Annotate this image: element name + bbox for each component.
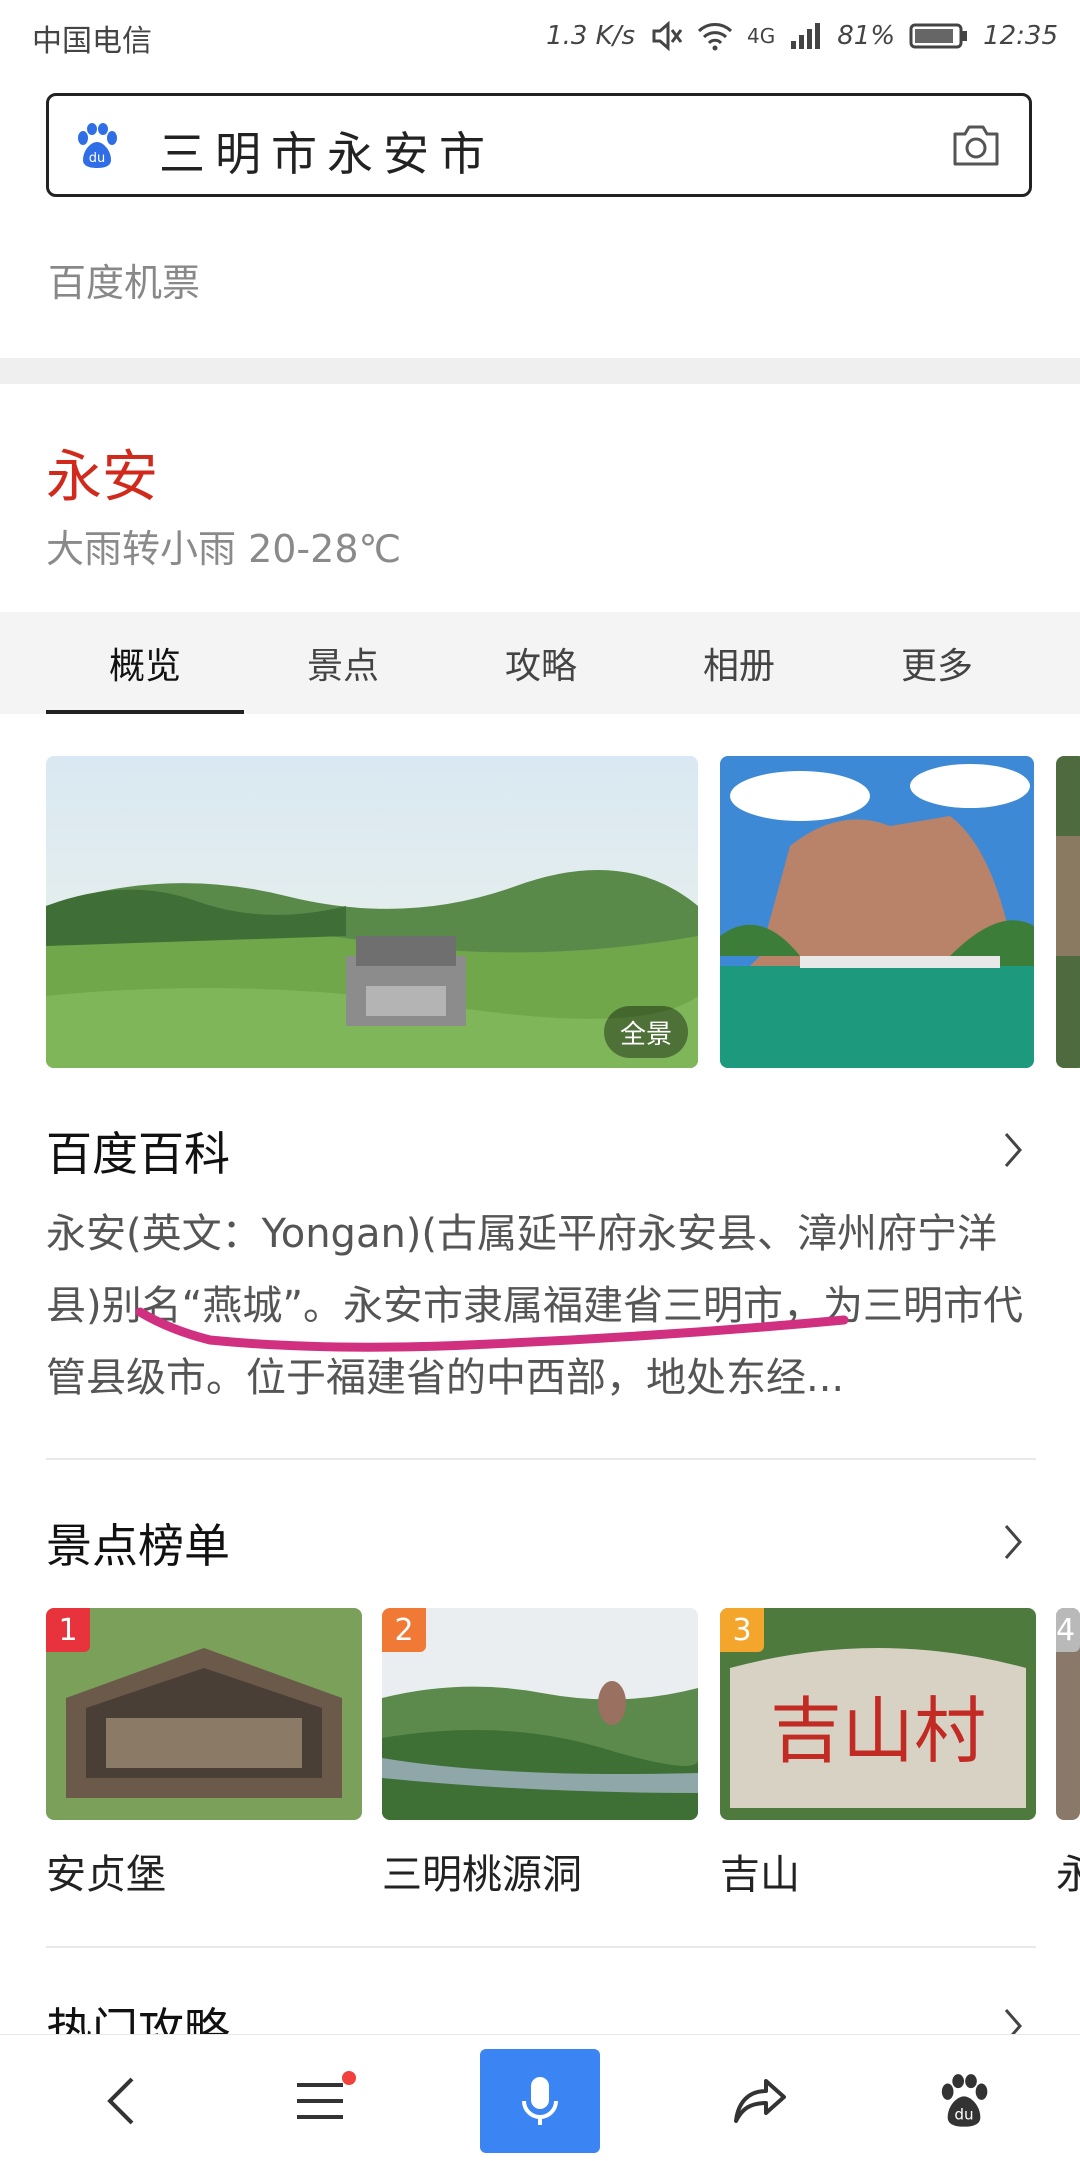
spot-image: 2	[382, 1608, 698, 1820]
svg-text:du: du	[954, 2106, 973, 2124]
tab-more[interactable]: 更多	[838, 612, 1036, 714]
spot-name: 三明桃源洞	[382, 1852, 582, 1898]
menu-icon	[297, 2083, 343, 2119]
share-icon	[734, 2079, 786, 2123]
svg-text:du: du	[89, 151, 106, 166]
spot-name: 永	[1056, 1852, 1080, 1898]
spots-title[interactable]: 景点榜单	[46, 1510, 230, 1576]
search-query[interactable]: 三明市永安市	[159, 118, 495, 184]
tab-guides[interactable]: 攻略	[442, 612, 640, 714]
weather-summary: 大雨转小雨 20-28℃	[46, 527, 402, 571]
back-button[interactable]	[62, 2049, 182, 2153]
wifi-icon	[697, 23, 733, 51]
valley-landscape-image	[46, 756, 698, 1068]
rank-badge: 3	[720, 1608, 764, 1652]
menu-button[interactable]	[260, 2049, 380, 2153]
baike-title[interactable]: 百度百科	[46, 1118, 230, 1184]
network-type: 4G	[747, 24, 776, 48]
spot-card[interactable]: 1 安贞堡	[46, 1608, 362, 1900]
search-box[interactable]: du 三明市永安市	[46, 93, 1032, 197]
divider	[46, 1458, 1036, 1460]
spot-image: 吉山村 3	[720, 1608, 1036, 1820]
microphone-icon	[522, 2077, 558, 2125]
sign-text: 吉山村	[770, 1689, 986, 1773]
status-bar: 中国电信 1.3 K/s 4G 81% 12:35	[0, 0, 1080, 72]
divider	[46, 1946, 1036, 1948]
spot-card[interactable]: 2 三明桃源洞	[382, 1608, 698, 1900]
flight-ticket-link[interactable]: 百度机票	[48, 252, 200, 307]
back-arrow-icon	[107, 2077, 134, 2125]
clock: 12:35	[983, 21, 1058, 51]
chevron-right-icon[interactable]	[1000, 1130, 1026, 1170]
rank-badge: 2	[382, 1608, 426, 1652]
net-speed: 1.3 K/s	[546, 21, 636, 51]
baidu-paw-icon: du	[78, 123, 117, 168]
stone-sign-image: 吉山村	[720, 1608, 1036, 1820]
mute-icon	[652, 20, 683, 52]
carrier-label: 中国电信	[32, 24, 152, 59]
tab-bar: 概览 景点 攻略 相册 更多	[0, 612, 1080, 714]
panorama-photo[interactable]: 全景	[46, 756, 698, 1068]
spot-card[interactable]: 吉山村 3 吉山	[720, 1608, 1036, 1900]
city-title[interactable]: 永安	[46, 432, 158, 513]
rank-badge: 1	[46, 1608, 90, 1652]
spot-name: 吉山	[720, 1852, 800, 1898]
baidu-paw-icon: du	[941, 2074, 988, 2127]
tab-overview[interactable]: 概览	[46, 612, 244, 714]
share-button[interactable]	[700, 2049, 820, 2153]
rank-badge: 4	[1056, 1608, 1080, 1652]
spot-name: 安贞堡	[46, 1852, 166, 1898]
partial-photo-image	[1056, 756, 1080, 1068]
chevron-right-icon[interactable]	[1000, 1522, 1026, 1562]
tab-attractions[interactable]: 景点	[244, 612, 442, 714]
next-photo-peek[interactable]	[1056, 756, 1080, 1068]
earth-building-image	[46, 1608, 362, 1820]
mountain-lake-image	[720, 756, 1034, 1068]
battery-percent: 81%	[837, 21, 896, 51]
notification-dot	[342, 2071, 356, 2085]
signal-icon	[791, 23, 821, 49]
voice-search-button[interactable]	[480, 2049, 600, 2153]
panorama-badge: 全景	[603, 1006, 688, 1058]
bottom-nav: du	[0, 2034, 1080, 2161]
spot-image: 1	[46, 1608, 362, 1820]
lake-photo[interactable]	[720, 756, 1034, 1068]
handwritten-underline-annotation	[135, 1307, 849, 1352]
river-valley-image	[382, 1608, 698, 1820]
baidu-home-button[interactable]: du	[904, 2049, 1024, 2153]
battery-icon	[909, 23, 968, 49]
spot-image: 4	[1056, 1608, 1080, 1820]
camera-icon[interactable]	[951, 122, 1001, 168]
tab-album[interactable]: 相册	[640, 612, 838, 714]
status-indicators: 1.3 K/s 4G 81% 12:35	[546, 14, 1058, 58]
section-separator	[0, 358, 1080, 384]
spot-card-peek[interactable]: 4 永	[1056, 1608, 1080, 1900]
